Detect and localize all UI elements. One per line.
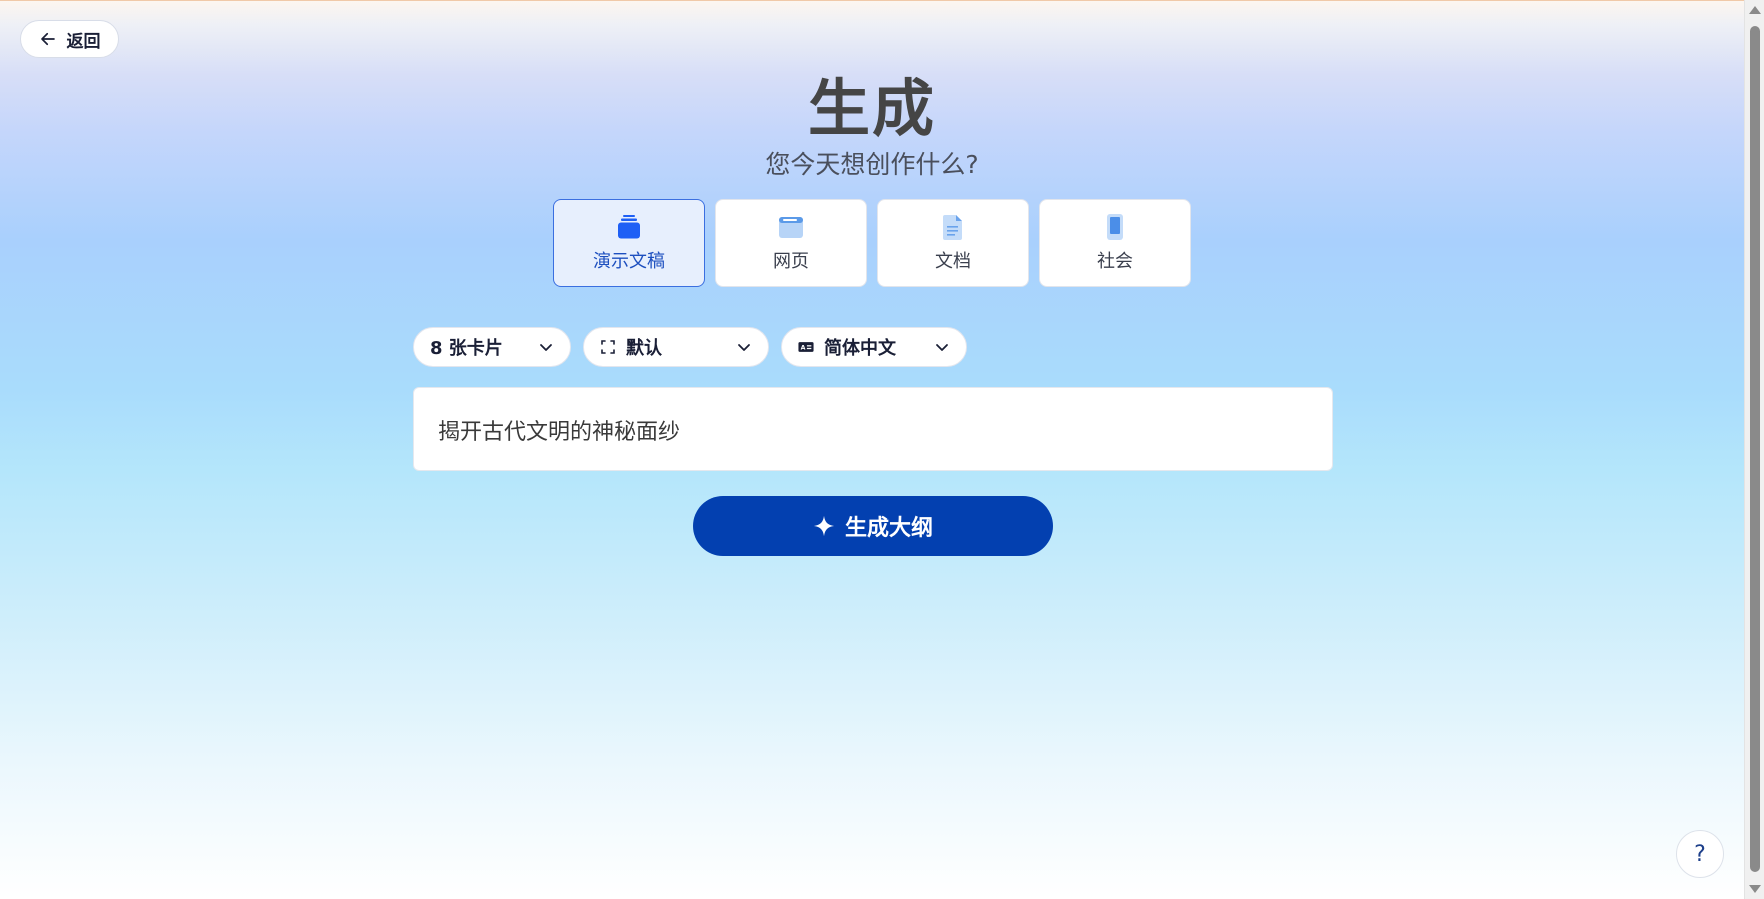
scroll-down-icon[interactable]: [1749, 885, 1761, 893]
type-webpage[interactable]: 网页: [715, 199, 867, 287]
generate-label: 生成大纲: [844, 516, 933, 541]
scrollbar-thumb[interactable]: [1750, 26, 1760, 872]
language-value: 简体中文: [824, 338, 896, 359]
format-value: 默认: [626, 338, 662, 359]
webpage-icon: [779, 217, 803, 238]
back-label: 返回: [66, 31, 101, 52]
options-row: 8 张卡片 默认 A 简体中文: [413, 327, 967, 367]
aspect-ratio-icon: [601, 340, 615, 354]
back-button[interactable]: 返回: [20, 20, 119, 58]
type-label: 社会: [1097, 251, 1133, 272]
page-subtitle: 您今天想创作什么?: [765, 150, 979, 179]
card-count-value: 8 张卡片: [430, 338, 503, 359]
type-document[interactable]: 文档: [877, 199, 1029, 287]
scrollbar[interactable]: [1744, 0, 1764, 899]
language-icon: A: [798, 342, 814, 352]
chevron-down-icon: [936, 344, 948, 351]
presentation-icon: [618, 215, 640, 239]
content-type-selector: 演示文稿 网页 文档 社会: [553, 199, 1191, 287]
card-count-select[interactable]: 8 张卡片: [413, 327, 571, 367]
generate-outline-button[interactable]: 生成大纲: [693, 496, 1053, 556]
type-label: 网页: [773, 251, 809, 272]
page-title: 生成: [807, 72, 936, 145]
sparkle-icon: [813, 515, 835, 537]
window-top-border: [0, 0, 1744, 1]
social-phone-icon: [1107, 214, 1123, 240]
chevron-down-icon: [540, 344, 552, 351]
document-icon: [943, 215, 962, 240]
arrow-left-icon: [40, 32, 55, 46]
scroll-up-icon[interactable]: [1749, 6, 1761, 14]
chevron-down-icon: [738, 344, 750, 351]
svg-text:A: A: [801, 345, 806, 352]
format-select[interactable]: 默认: [583, 327, 769, 367]
prompt-input[interactable]: 揭开古代文明的神秘面纱: [413, 387, 1333, 471]
help-button[interactable]: ?: [1676, 830, 1724, 878]
type-social[interactable]: 社会: [1039, 199, 1191, 287]
language-select[interactable]: A 简体中文: [781, 327, 967, 367]
type-label: 演示文稿: [593, 251, 665, 272]
type-label: 文档: [935, 251, 971, 272]
type-presentation[interactable]: 演示文稿: [553, 199, 705, 287]
